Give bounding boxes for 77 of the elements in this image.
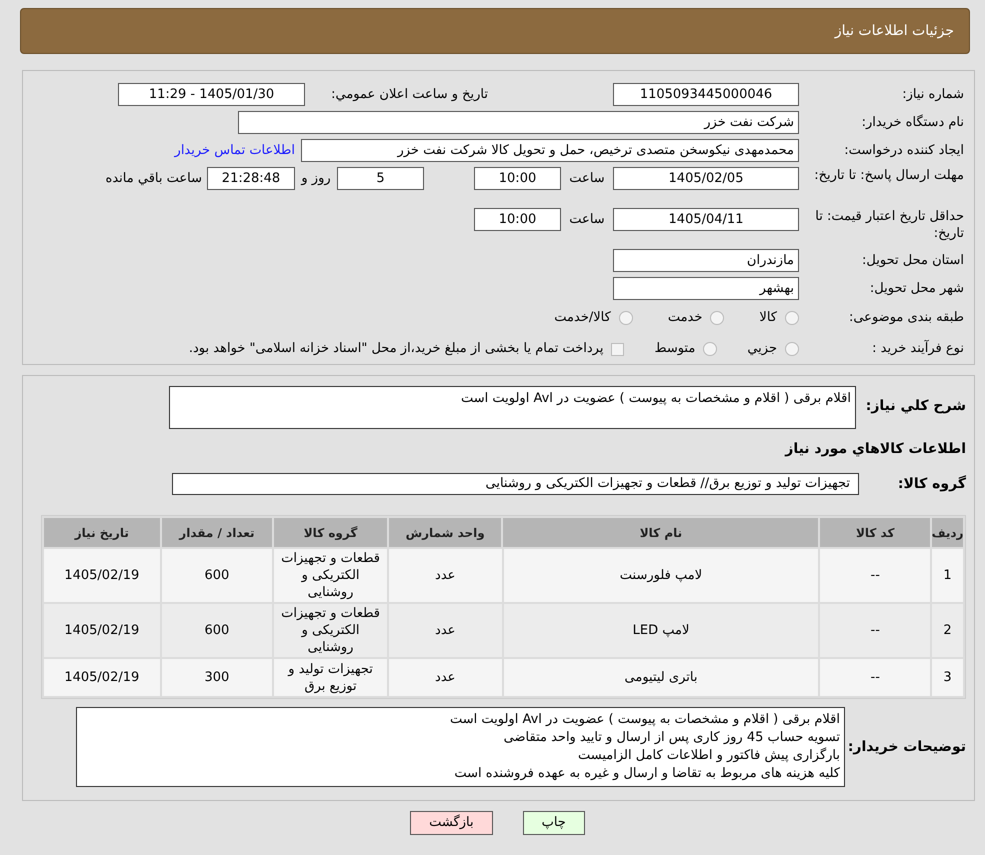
reply-time-field: 10:00 bbox=[474, 167, 561, 190]
validity-time-field: 10:00 bbox=[474, 208, 561, 231]
checkbox[interactable] bbox=[611, 342, 624, 356]
table-cell: 1405/02/19 bbox=[44, 604, 160, 657]
field-label: ایجاد کننده درخواست: bbox=[843, 142, 964, 160]
days-field: 5 bbox=[337, 167, 424, 190]
table-cell: عدد bbox=[388, 604, 502, 657]
column-header: نام کالا bbox=[503, 518, 818, 547]
buyer-contact-link[interactable]: اطلاعات تماس خریدار bbox=[174, 140, 295, 160]
description-field: اقلام برقی ( اقلام و مشخصات به پیوست ) عضویت در Avl اولویت است bbox=[169, 386, 856, 429]
table-cell: قطعات و تجهیزات الکتریکی و روشنایی bbox=[274, 604, 387, 657]
table-cell: 3 bbox=[932, 659, 963, 696]
column-header: تاریخ نیاز bbox=[44, 518, 160, 547]
goods-group-field: تجهیزات تولید و توزیع برق// قطعات و تجهیزات الکتریکی و روشنایی bbox=[172, 473, 859, 495]
field-label: شرح کلي نياز: bbox=[864, 397, 966, 416]
table-cell: -- bbox=[820, 549, 930, 602]
field-label: گروه کالا: bbox=[896, 474, 966, 494]
validity-date-field: 1405/04/11 bbox=[613, 208, 799, 231]
table-cell: لامپ فلورسنت bbox=[504, 549, 818, 602]
table-cell: باتری لیتیومی bbox=[504, 659, 818, 696]
section-title: اطلاعات کالاهاي مورد نياز bbox=[785, 440, 966, 458]
table-cell: 2 bbox=[932, 604, 963, 657]
column-header: واحد شمارش bbox=[388, 518, 502, 547]
city-field: بهشهر bbox=[613, 277, 799, 300]
column-header: تعداد / مقدار bbox=[162, 518, 272, 547]
field-label: نوع فرآیند خرید : bbox=[871, 339, 964, 358]
radio-label: کالا/خدمت bbox=[554, 309, 611, 328]
radio-button[interactable] bbox=[785, 311, 799, 325]
table-cell: 1405/02/19 bbox=[44, 549, 160, 602]
buyer-name-field: شرکت نفت خزر bbox=[238, 111, 799, 134]
field-label: طبقه بندی موضوعی: bbox=[848, 309, 964, 328]
field-label: شهر محل تحویل: bbox=[868, 280, 964, 298]
table-cell: 1 bbox=[932, 549, 963, 602]
radio-button[interactable] bbox=[703, 342, 718, 356]
radio-label: خدمت bbox=[668, 309, 702, 328]
table-cell: 300 bbox=[162, 659, 272, 696]
field-label: ساعت bbox=[568, 211, 606, 229]
field-label: روز و bbox=[300, 170, 332, 188]
table-cell: تجهیزات تولید و توزیع برق bbox=[274, 659, 387, 696]
radio-label: کالا bbox=[759, 309, 777, 328]
table-cell: -- bbox=[820, 659, 930, 696]
field-label: تاریخ و ساعت اعلان عمومي: bbox=[330, 86, 489, 104]
field-label: حداقل تاریخ اعتبار قیمت: تا تاریخ: bbox=[814, 208, 964, 242]
remaining-time-field: 21:28:48 bbox=[207, 167, 295, 190]
back-button[interactable]: بازگشت bbox=[410, 811, 493, 835]
province-field: مازندران bbox=[613, 249, 799, 272]
field-label: شماره نیاز: bbox=[901, 86, 964, 104]
table-cell: لامپ LED bbox=[504, 604, 818, 657]
field-label: نام دستگاه خریدار: bbox=[860, 114, 964, 132]
field-label: ساعت bbox=[568, 170, 606, 188]
column-header: کد کالا bbox=[820, 518, 930, 547]
checkbox-label: پرداخت تمام یا بخشی از مبلغ خرید،از محل "اسناد خزانه اسلامی" خواهد بود. bbox=[188, 340, 604, 358]
table-cell: عدد bbox=[388, 659, 502, 696]
need-number-field: 1105093445000046 bbox=[613, 83, 799, 106]
column-header: ردیف bbox=[932, 518, 963, 547]
requester-field: محمدمهدی نیکوسخن متصدی ترخیص، حمل و تحویل کالا شرکت نفت خزر bbox=[301, 139, 799, 162]
field-label: مهلت ارسال پاسخ: تا تاریخ: bbox=[813, 167, 964, 184]
reply-date-field: 1405/02/05 bbox=[613, 167, 799, 190]
table-cell: 600 bbox=[162, 604, 272, 657]
table-cell: عدد bbox=[388, 549, 502, 602]
radio-label: جزيي bbox=[747, 340, 777, 358]
announce-date-field: 1405/01/30 - 11:29 bbox=[118, 83, 305, 106]
radio-button[interactable] bbox=[710, 311, 724, 325]
field-label: توضیحات خریدار: bbox=[846, 738, 966, 756]
table-cell: 600 bbox=[162, 549, 272, 602]
radio-button[interactable] bbox=[785, 342, 799, 356]
print-button[interactable]: چاپ bbox=[522, 811, 585, 835]
field-label: استان محل تحویل: bbox=[861, 252, 964, 270]
radio-label: متوسط bbox=[654, 340, 696, 358]
column-header: گروه کالا bbox=[274, 518, 387, 547]
radio-button[interactable] bbox=[618, 311, 633, 325]
table-cell: 1405/02/19 bbox=[44, 659, 160, 696]
field-label: ساعت باقي مانده bbox=[106, 170, 202, 188]
page-title: جزئیات اطلاعات نیاز bbox=[834, 22, 954, 40]
table-cell: -- bbox=[820, 604, 930, 657]
buyer-notes-field: اقلام برقی ( اقلام و مشخصات به پیوست ) عضویت در Avl اولویت است تسویه حساب 45 روز کاری پس از ارسال و تایید واحد متقاضی بارگزاری پیش فاکتور و اطلاعات کامل الزامیست کلیه هزینه های مربوط به تقاضا و ارسال و غیره به عهده فروشنده است bbox=[76, 707, 845, 787]
table-cell: قطعات و تجهیزات الکتریکی و روشنایی bbox=[274, 549, 387, 602]
